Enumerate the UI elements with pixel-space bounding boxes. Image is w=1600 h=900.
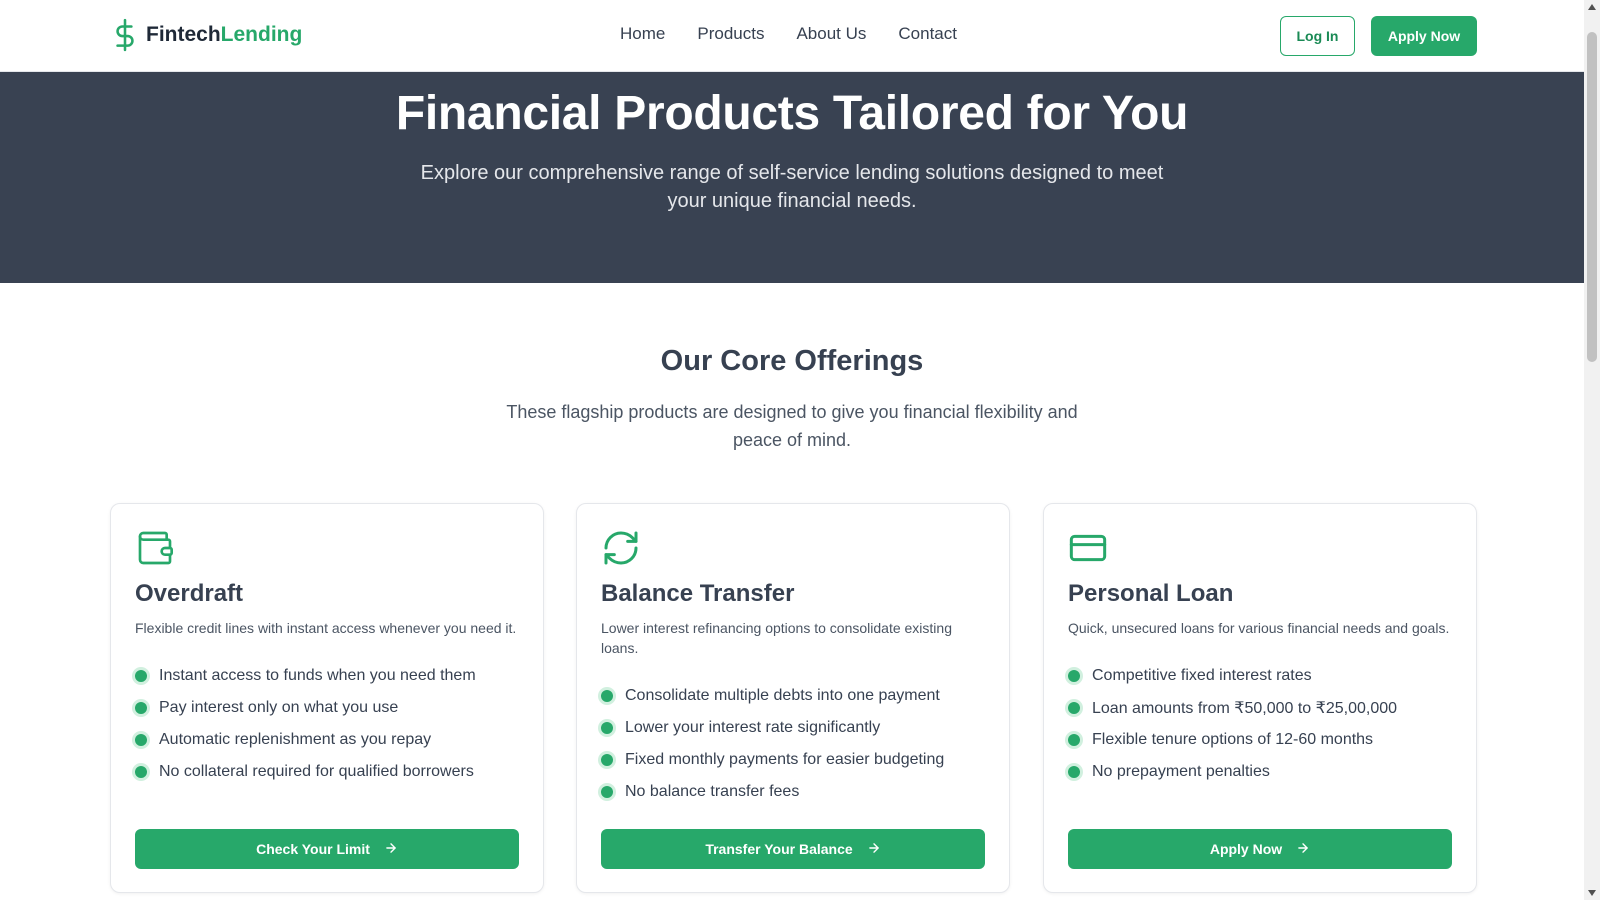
feature-item: No balance transfer fees bbox=[601, 776, 985, 808]
product-card-personal-loan: Personal Loan Quick, unsecured loans for… bbox=[1043, 503, 1477, 893]
feature-list: Consolidate multiple debts into one paym… bbox=[601, 680, 985, 808]
feature-item: Lower your interest rate significantly bbox=[601, 712, 985, 744]
feature-text: Pay interest only on what you use bbox=[159, 699, 399, 716]
card-title: Balance Transfer bbox=[601, 580, 795, 607]
card-description: Lower interest refinancing options to co… bbox=[601, 620, 952, 656]
check-dot-icon bbox=[1068, 734, 1080, 746]
feature-text: Flexible tenure options of 12-60 months bbox=[1092, 731, 1374, 748]
feature-text: Lower your interest rate significantly bbox=[625, 719, 881, 736]
feature-text: Consolidate multiple debts into one paym… bbox=[625, 687, 940, 704]
feature-item: Consolidate multiple debts into one paym… bbox=[601, 680, 985, 712]
apply-now-header-button[interactable]: Apply Now bbox=[1371, 16, 1477, 56]
check-dot-icon bbox=[601, 754, 613, 766]
vertical-scrollbar[interactable] bbox=[1584, 0, 1600, 900]
nav-link-home[interactable]: Home bbox=[620, 24, 665, 44]
check-dot-icon bbox=[1068, 702, 1080, 714]
button-label: Check Your Limit bbox=[256, 841, 370, 857]
dollar-icon bbox=[112, 18, 138, 52]
apply-now-card-button[interactable]: Apply Now bbox=[1068, 829, 1452, 869]
nav-link-products[interactable]: Products bbox=[697, 24, 764, 44]
button-label: Transfer Your Balance bbox=[705, 841, 853, 857]
check-dot-icon bbox=[1068, 766, 1080, 778]
offerings-subtitle: These flagship products are designed to … bbox=[506, 402, 1078, 450]
feature-item: Competitive fixed interest rates bbox=[1068, 660, 1452, 692]
scrollbar-thumb[interactable] bbox=[1587, 32, 1597, 362]
check-dot-icon bbox=[135, 734, 147, 746]
feature-item: Instant access to funds when you need th… bbox=[135, 660, 519, 692]
feature-list: Instant access to funds when you need th… bbox=[135, 660, 519, 788]
refresh-icon bbox=[601, 528, 641, 568]
scroll-up-arrow-icon[interactable] bbox=[1588, 4, 1596, 10]
check-dot-icon bbox=[135, 766, 147, 778]
arrow-right-icon bbox=[384, 841, 398, 858]
check-dot-icon bbox=[601, 786, 613, 798]
card-description: Flexible credit lines with instant acces… bbox=[135, 620, 517, 636]
check-dot-icon bbox=[601, 690, 613, 702]
feature-item: Pay interest only on what you use bbox=[135, 692, 519, 724]
arrow-right-icon bbox=[1296, 841, 1310, 858]
feature-list: Competitive fixed interest rates Loan am… bbox=[1068, 660, 1452, 788]
feature-item: Flexible tenure options of 12-60 months bbox=[1068, 724, 1452, 756]
check-your-limit-button[interactable]: Check Your Limit bbox=[135, 829, 519, 869]
feature-item: No collateral required for qualified bor… bbox=[135, 756, 519, 788]
feature-text: No collateral required for qualified bor… bbox=[159, 763, 474, 780]
hero-subtitle: Explore our comprehensive range of self-… bbox=[420, 162, 1164, 212]
check-dot-icon bbox=[135, 702, 147, 714]
check-dot-icon bbox=[601, 722, 613, 734]
check-dot-icon bbox=[1068, 670, 1080, 682]
login-button[interactable]: Log In bbox=[1280, 16, 1355, 56]
hero-section: Financial Products Tailored for You Expl… bbox=[0, 72, 1584, 283]
main-nav: Home Products About Us Contact bbox=[620, 24, 957, 44]
hero-title: Financial Products Tailored for You bbox=[395, 87, 1189, 140]
brand-name-part2: Lending bbox=[220, 23, 303, 46]
transfer-your-balance-button[interactable]: Transfer Your Balance bbox=[601, 829, 985, 869]
feature-item: No prepayment penalties bbox=[1068, 756, 1452, 788]
feature-text: No balance transfer fees bbox=[625, 783, 800, 800]
feature-text: No prepayment penalties bbox=[1092, 763, 1270, 780]
offerings-title: Our Core Offerings bbox=[660, 345, 924, 377]
brand-logo[interactable]: FintechLending bbox=[112, 18, 302, 52]
arrow-right-icon bbox=[867, 841, 881, 858]
card-title: Overdraft bbox=[135, 580, 244, 607]
feature-text: Competitive fixed interest rates bbox=[1092, 667, 1312, 684]
product-card-balance-transfer: Balance Transfer Lower interest refinanc… bbox=[576, 503, 1010, 893]
nav-link-contact[interactable]: Contact bbox=[898, 24, 957, 44]
product-card-overdraft: Overdraft Flexible credit lines with ins… bbox=[110, 503, 544, 893]
brand-name-part1: Fintech bbox=[146, 23, 221, 46]
brand-name: FintechLending bbox=[146, 23, 302, 47]
check-dot-icon bbox=[135, 670, 147, 682]
feature-text: Loan amounts from ₹50,000 to ₹25,00,000 bbox=[1092, 700, 1398, 717]
credit-card-icon bbox=[1068, 528, 1108, 568]
feature-text: Instant access to funds when you need th… bbox=[159, 667, 476, 684]
card-description: Quick, unsecured loans for various finan… bbox=[1068, 620, 1450, 636]
site-header: FintechLending Home Products About Us Co… bbox=[0, 0, 1584, 72]
button-label: Apply Now bbox=[1209, 841, 1283, 857]
card-title: Personal Loan bbox=[1068, 580, 1234, 607]
feature-item: Automatic replenishment as you repay bbox=[135, 724, 519, 756]
scroll-down-arrow-icon[interactable] bbox=[1588, 890, 1596, 896]
feature-item: Loan amounts from ₹50,000 to ₹25,00,000 bbox=[1068, 692, 1452, 724]
feature-text: Automatic replenishment as you repay bbox=[159, 731, 432, 748]
feature-item: Fixed monthly payments for easier budget… bbox=[601, 744, 985, 776]
wallet-icon bbox=[135, 528, 175, 568]
nav-link-about-us[interactable]: About Us bbox=[796, 24, 866, 44]
feature-text: Fixed monthly payments for easier budget… bbox=[625, 751, 945, 768]
